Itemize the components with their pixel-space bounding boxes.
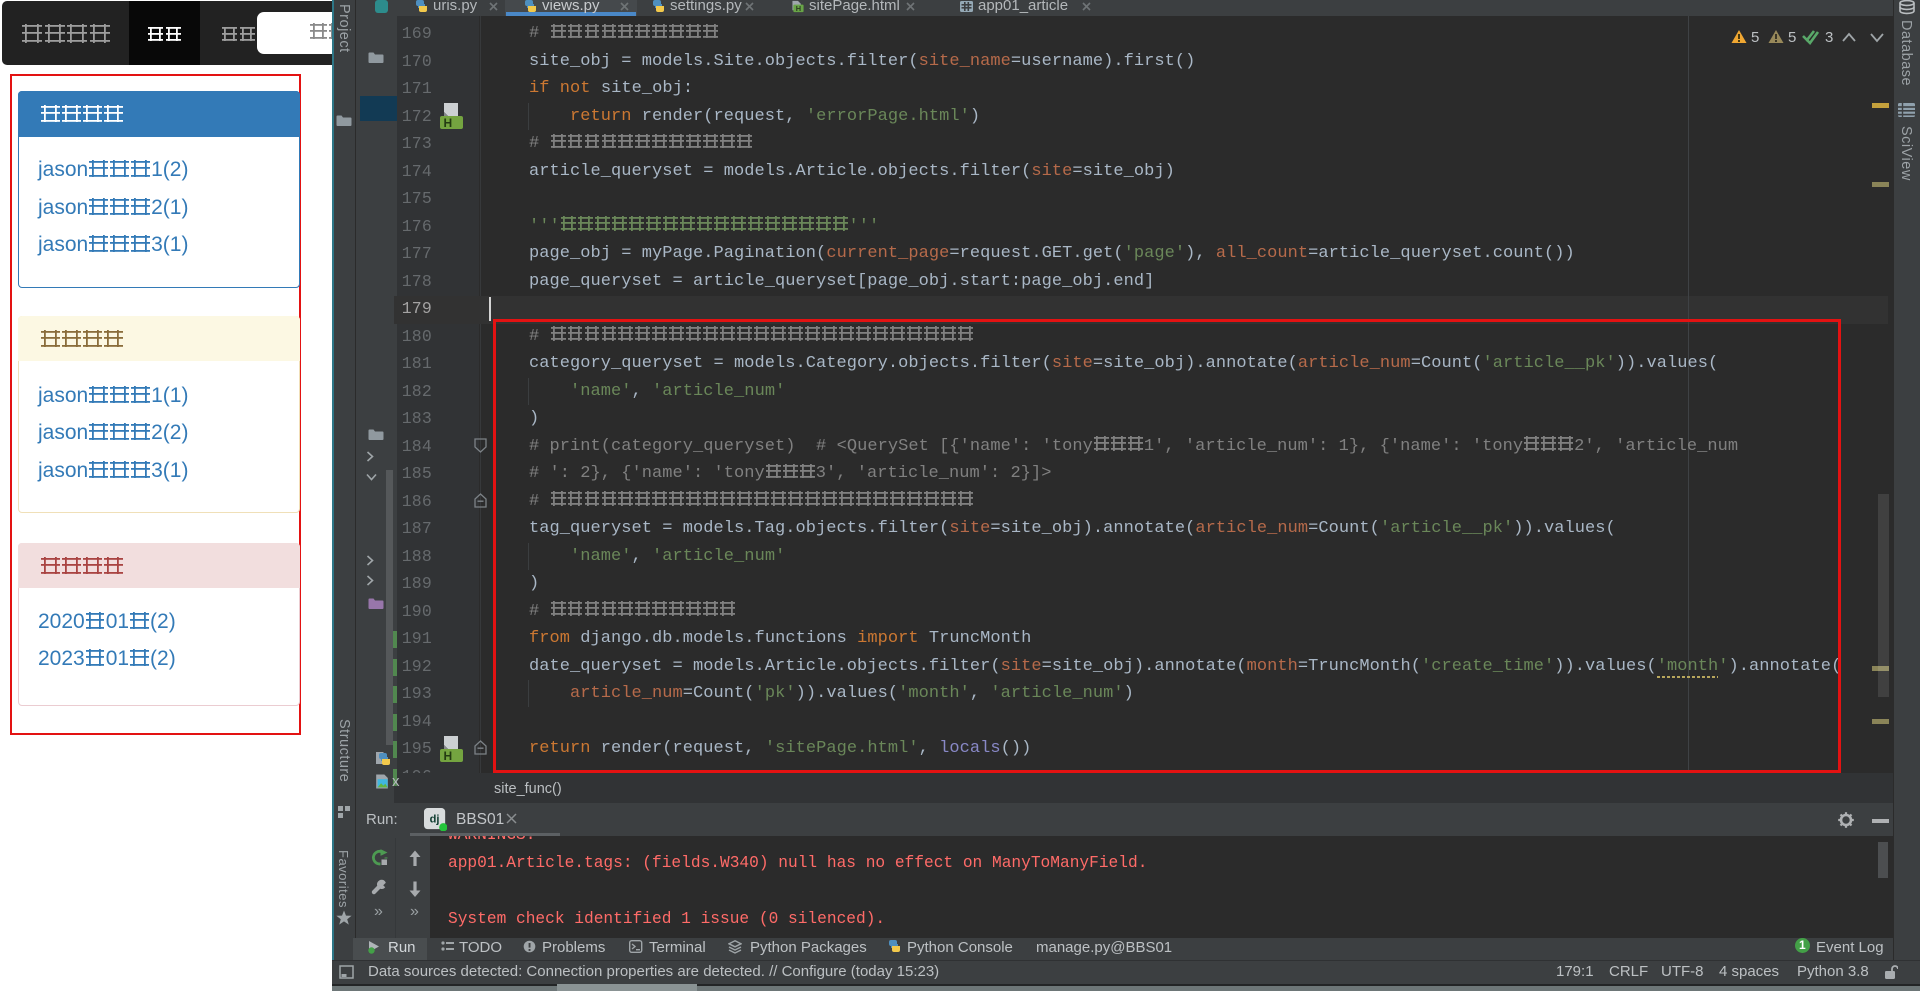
svg-text:dj: dj (430, 814, 440, 826)
svg-text:H: H (796, 4, 801, 13)
svg-text:H: H (444, 749, 453, 762)
svg-text:H: H (444, 116, 453, 129)
